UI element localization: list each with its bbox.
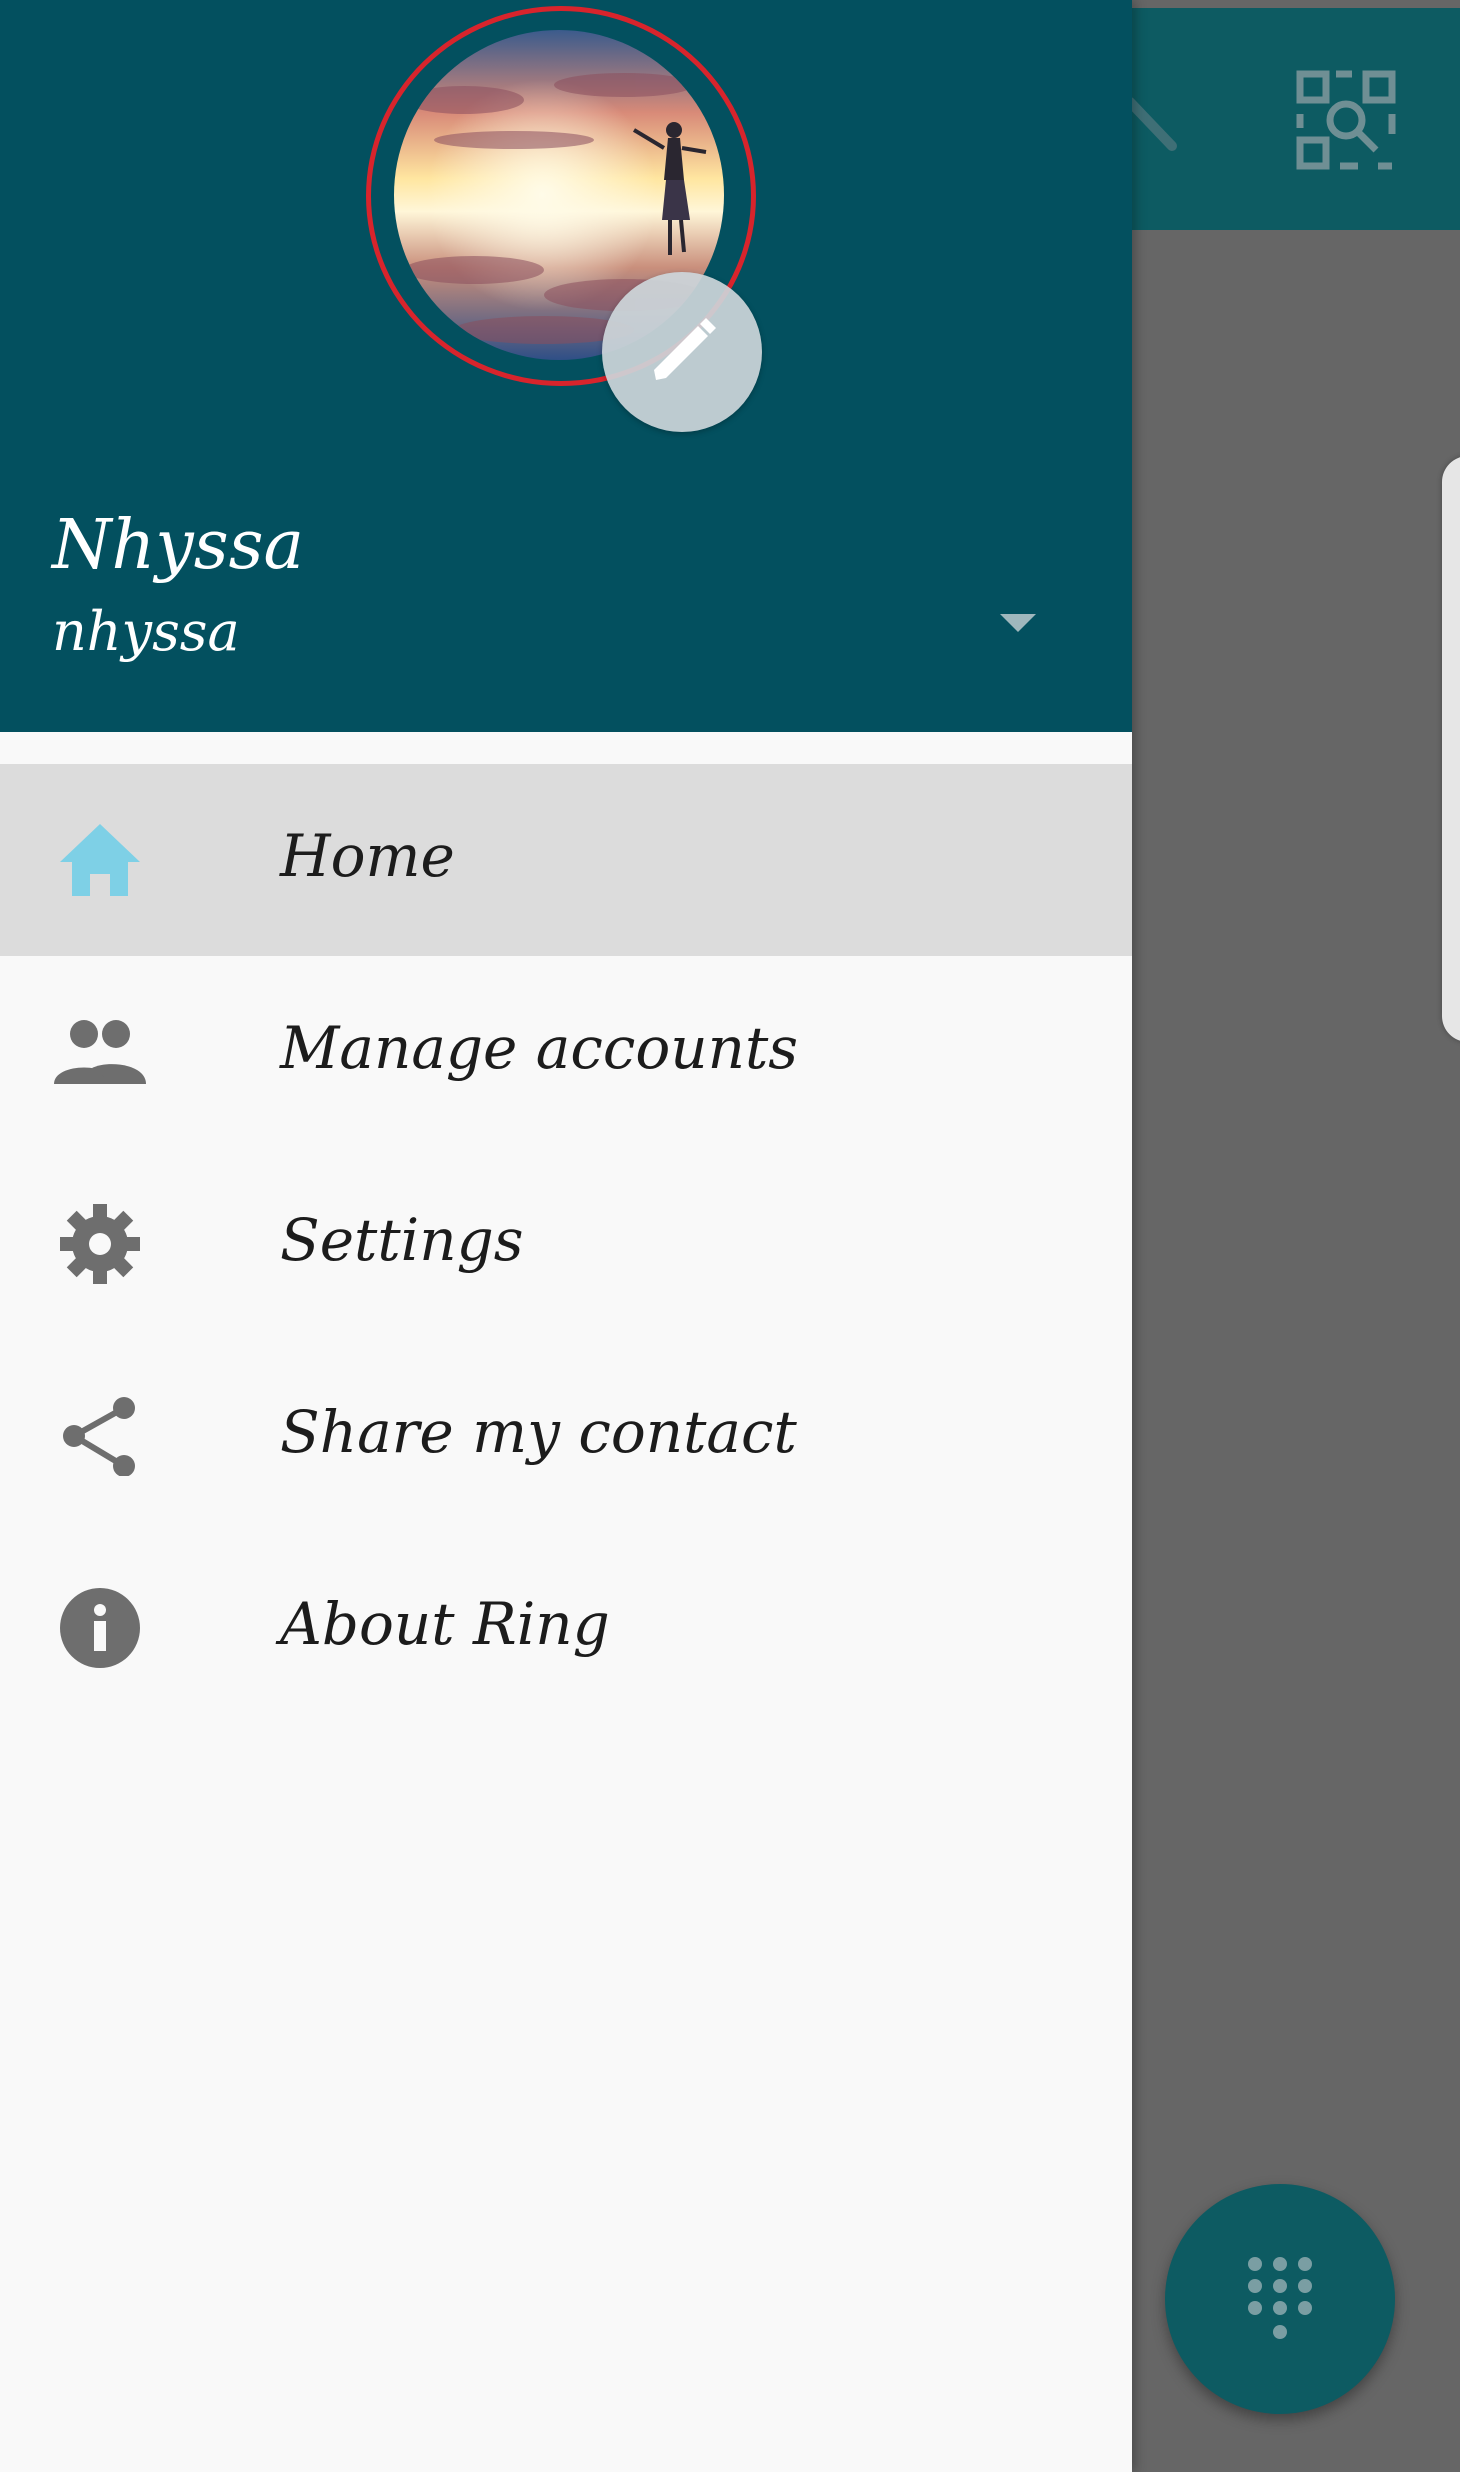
dialpad-icon [1248, 2257, 1312, 2339]
edit-avatar-button[interactable] [602, 272, 762, 432]
menu-item-label: Home [280, 822, 455, 890]
info-icon [52, 1588, 148, 1668]
account-username: nhyssa [52, 600, 240, 663]
menu-item-label: Settings [280, 1206, 524, 1274]
menu-item-share-contact[interactable]: Share my contact [0, 1340, 1132, 1532]
menu-item-about[interactable]: About Ring [0, 1532, 1132, 1724]
account-dropdown-arrow-icon[interactable] [996, 610, 1040, 636]
background-card [1442, 456, 1460, 1042]
drawer-header: Nhyssa nhyssa [0, 0, 1132, 732]
share-icon [52, 1396, 148, 1477]
menu-item-manage-accounts[interactable]: Manage accounts [0, 956, 1132, 1148]
navigation-drawer: Nhyssa nhyssa Home Manage accounts Setti… [0, 0, 1132, 2472]
menu-item-label: Share my contact [280, 1398, 797, 1466]
home-icon [52, 820, 148, 900]
menu-item-home[interactable]: Home [0, 764, 1132, 956]
drawer-menu: Home Manage accounts Settings Share my c… [0, 764, 1132, 1724]
menu-item-label: Manage accounts [280, 1014, 799, 1082]
menu-item-label: About Ring [280, 1590, 610, 1658]
account-display-name: Nhyssa [52, 506, 305, 585]
people-icon [52, 1012, 148, 1092]
pencil-icon [654, 318, 716, 380]
menu-item-settings[interactable]: Settings [0, 1148, 1132, 1340]
qr-code-scan-icon[interactable] [1296, 70, 1396, 170]
dialpad-button[interactable] [1165, 2184, 1395, 2414]
gear-icon [52, 1204, 148, 1284]
